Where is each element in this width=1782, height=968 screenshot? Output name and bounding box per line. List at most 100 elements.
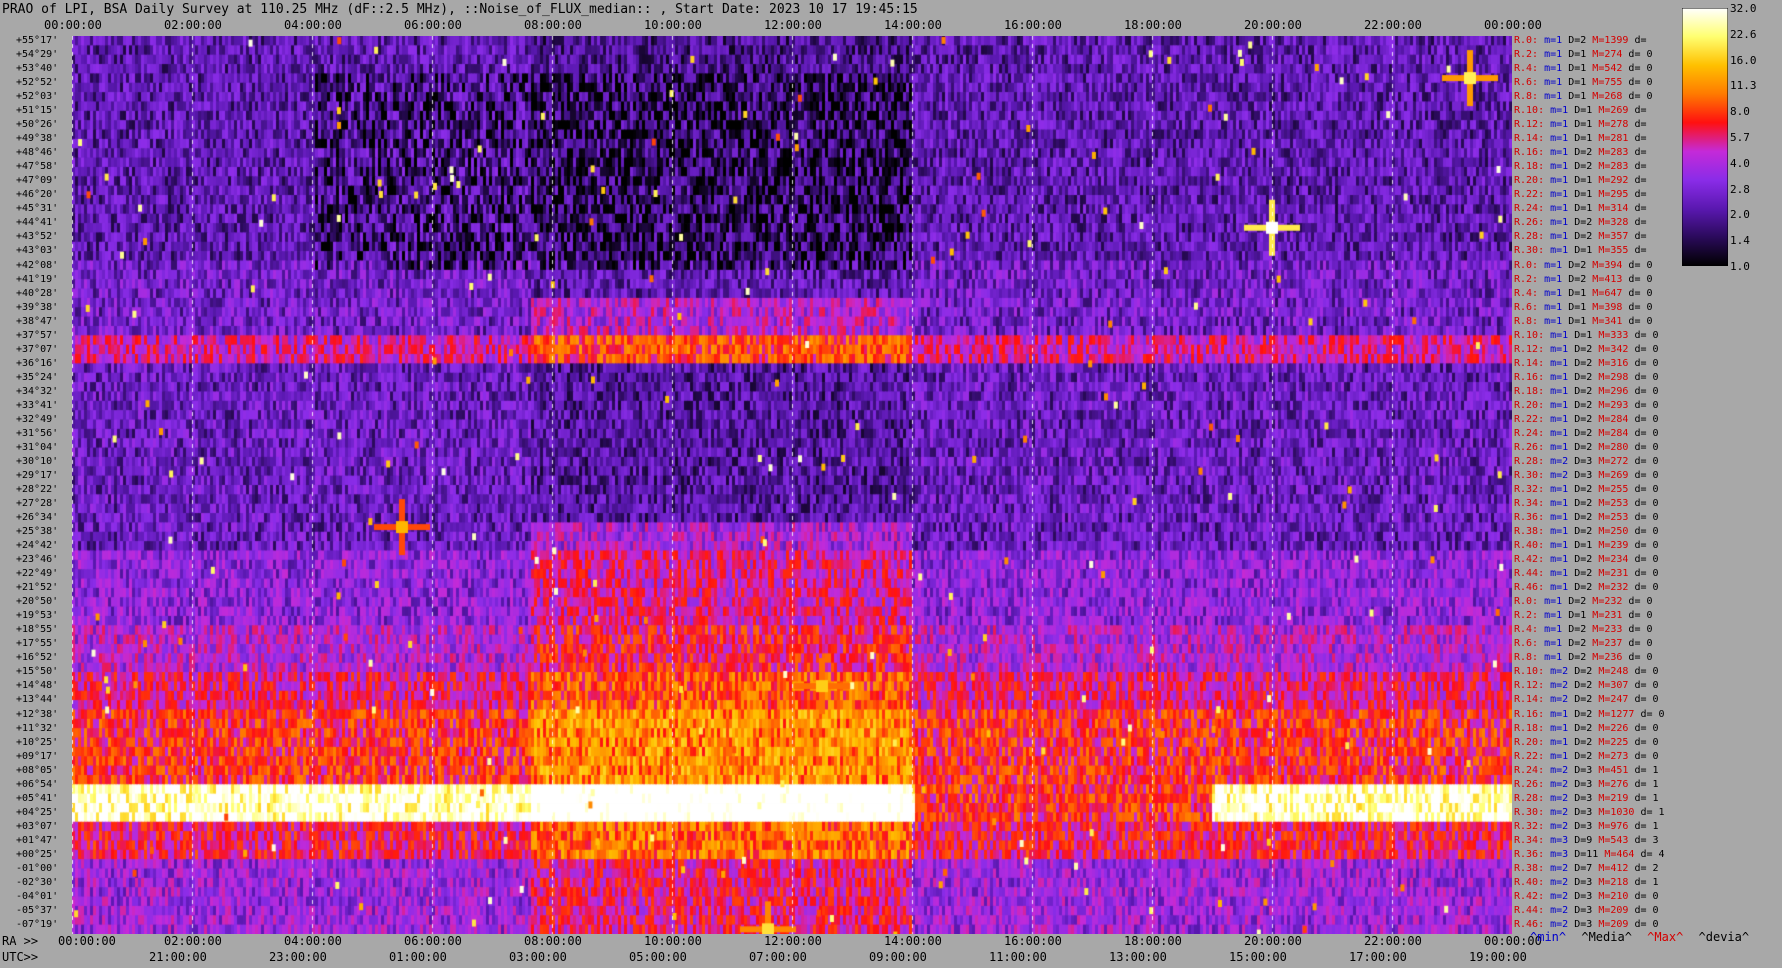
row-range: R.0: (1514, 259, 1545, 271)
stats-row: R.22: m=1 D=2 M=273 d= 0 (1514, 750, 1659, 762)
row-min: m=3 (1550, 834, 1575, 846)
dec-label-61: -04°01' (16, 890, 59, 902)
row-min: m=1 (1544, 638, 1569, 650)
row-max: M=281 (1598, 133, 1635, 145)
row-range: R.6: (1514, 638, 1545, 650)
row-max: M=394 (1592, 259, 1629, 271)
stats-row: R.6: m=1 D=2 M=237 d= 0 (1514, 639, 1653, 649)
row-devia: d= 0 (1634, 413, 1659, 425)
stats-row: R.42: m=2 D=3 M=210 d= 0 (1514, 891, 1659, 902)
stats-row: R.24: m=1 D=1 M=314 d= (1514, 204, 1646, 214)
row-devia: d= 0 (1628, 91, 1653, 103)
row-max: M=233 (1592, 624, 1629, 636)
dec-label-11: +46°20' (16, 189, 59, 201)
row-min: m=2 (1550, 778, 1575, 790)
row-min: m=1 (1550, 736, 1575, 748)
row-range: R.2: (1514, 273, 1545, 285)
row-devia: d= 0 (1634, 498, 1659, 510)
row-median: D=9 (1574, 834, 1599, 846)
row-range: R.16: (1514, 371, 1551, 383)
dec-label-56: +03°07' (16, 820, 59, 832)
row-max: M=976 (1598, 820, 1635, 832)
stats-row: R.14: m=2 D=2 M=247 d= 0 (1514, 695, 1659, 705)
row-range: R.20: (1514, 175, 1551, 187)
ra-tick-9: 18:00:00 (1124, 934, 1182, 948)
stats-row: R.36: m=3 D=11 M=464 d= 4 (1514, 849, 1665, 860)
dec-label-36: +24°42' (16, 540, 59, 552)
dec-label-0: +55°17' (16, 35, 59, 46)
row-range: R.16: (1514, 708, 1551, 720)
row-median: D=1 (1574, 540, 1599, 552)
stats-row: R.30: m=2 D=3 M=269 d= 0 (1514, 470, 1659, 481)
row-median: D=3 (1574, 764, 1599, 776)
dec-label-10: +47°09' (16, 175, 59, 187)
stats-row: R.38: m=2 D=7 M=412 d= 2 (1514, 863, 1659, 874)
row-devia: d= 0 (1634, 666, 1659, 678)
row-min: m=1 (1550, 399, 1575, 411)
row-min: m=1 (1550, 343, 1575, 355)
row-max: M=357 (1598, 231, 1635, 243)
row-range: R.46: (1514, 582, 1551, 594)
dec-label-26: +33°41' (16, 399, 59, 411)
stats-row: R.8: m=1 D=1 M=341 d= 0 (1514, 315, 1653, 327)
row-max: M=250 (1598, 526, 1635, 538)
colorbar-tick-0: 32.0 (1730, 2, 1757, 15)
utc-tick-7: 11:00:00 (989, 950, 1047, 964)
row-max: M=755 (1592, 77, 1629, 89)
stats-row: R.26: m=1 D=2 M=328 d= (1514, 218, 1646, 228)
stats-row: R.46: m=2 D=3 M=209 d= 0 (1514, 919, 1659, 930)
stats-row: R.30: m=1 D=1 M=355 d= (1514, 246, 1646, 256)
row-devia: d= 0 (1628, 77, 1653, 89)
row-median: D=1 (1568, 91, 1593, 103)
row-max: M=398 (1592, 301, 1629, 313)
row-devia: d= 0 (1634, 750, 1659, 762)
dec-label-30: +30°10' (16, 455, 59, 467)
row-devia: d= (1634, 161, 1647, 173)
row-devia: d= 0 (1634, 385, 1659, 397)
colorbar-tick-6: 4.0 (1730, 156, 1750, 170)
dec-label-28: +31°56' (16, 427, 59, 439)
row-range: R.12: (1514, 680, 1551, 692)
stats-row: R.22: m=1 D=1 M=295 d= (1514, 190, 1646, 200)
row-median: D=1 (1574, 203, 1599, 215)
row-median: D=2 (1574, 484, 1599, 495)
row-range: R.6: (1514, 301, 1545, 313)
utc-tick-6: 09:00:00 (869, 950, 927, 964)
row-max: M=298 (1598, 371, 1635, 383)
row-max: M=314 (1598, 203, 1635, 215)
row-max: M=1399 (1592, 35, 1635, 46)
dec-label-15: +43°03' (16, 245, 59, 257)
dec-label-25: +34°32' (16, 385, 59, 397)
dec-label-38: +22°49' (16, 568, 59, 580)
ra-tick-3: 06:00:00 (404, 934, 462, 948)
row-range: R.18: (1514, 722, 1551, 734)
top-tick-6: 12:00:00 (764, 18, 822, 32)
row-median: D=1 (1568, 287, 1593, 299)
legend-median: ^Media^ (1581, 930, 1632, 944)
row-range: R.34: (1514, 834, 1551, 846)
colorbar-tick-10: 1.0 (1730, 260, 1750, 273)
row-max: M=341 (1592, 315, 1629, 327)
row-devia: d= 0 (1628, 596, 1653, 608)
row-median: D=1 (1574, 175, 1599, 187)
row-min: m=1 (1544, 35, 1569, 46)
row-min: m=1 (1544, 77, 1569, 89)
row-max: M=451 (1598, 764, 1635, 776)
dec-label-48: +12°38' (16, 708, 59, 720)
row-max: M=255 (1598, 484, 1635, 495)
stats-row: R.10: m=2 D=2 M=248 d= 0 (1514, 667, 1659, 677)
row-range: R.26: (1514, 778, 1551, 790)
row-min: m=1 (1544, 273, 1569, 285)
row-median: D=3 (1574, 904, 1599, 916)
row-devia: d= (1634, 147, 1647, 159)
row-range: R.6: (1514, 77, 1545, 89)
row-range: R.4: (1514, 624, 1545, 636)
heatmap-canvas (72, 36, 1512, 934)
stats-row: R.34: m=3 D=9 M=543 d= 3 (1514, 834, 1659, 846)
row-range: R.0: (1514, 596, 1545, 608)
dec-label-39: +21°52' (16, 582, 59, 594)
stats-row: R.34: m=1 D=2 M=253 d= 0 (1514, 499, 1659, 509)
dec-label-8: +48°46' (16, 147, 59, 159)
stats-row: R.2: m=1 D=1 M=231 d= 0 (1514, 611, 1653, 621)
row-devia: d= (1634, 105, 1647, 117)
